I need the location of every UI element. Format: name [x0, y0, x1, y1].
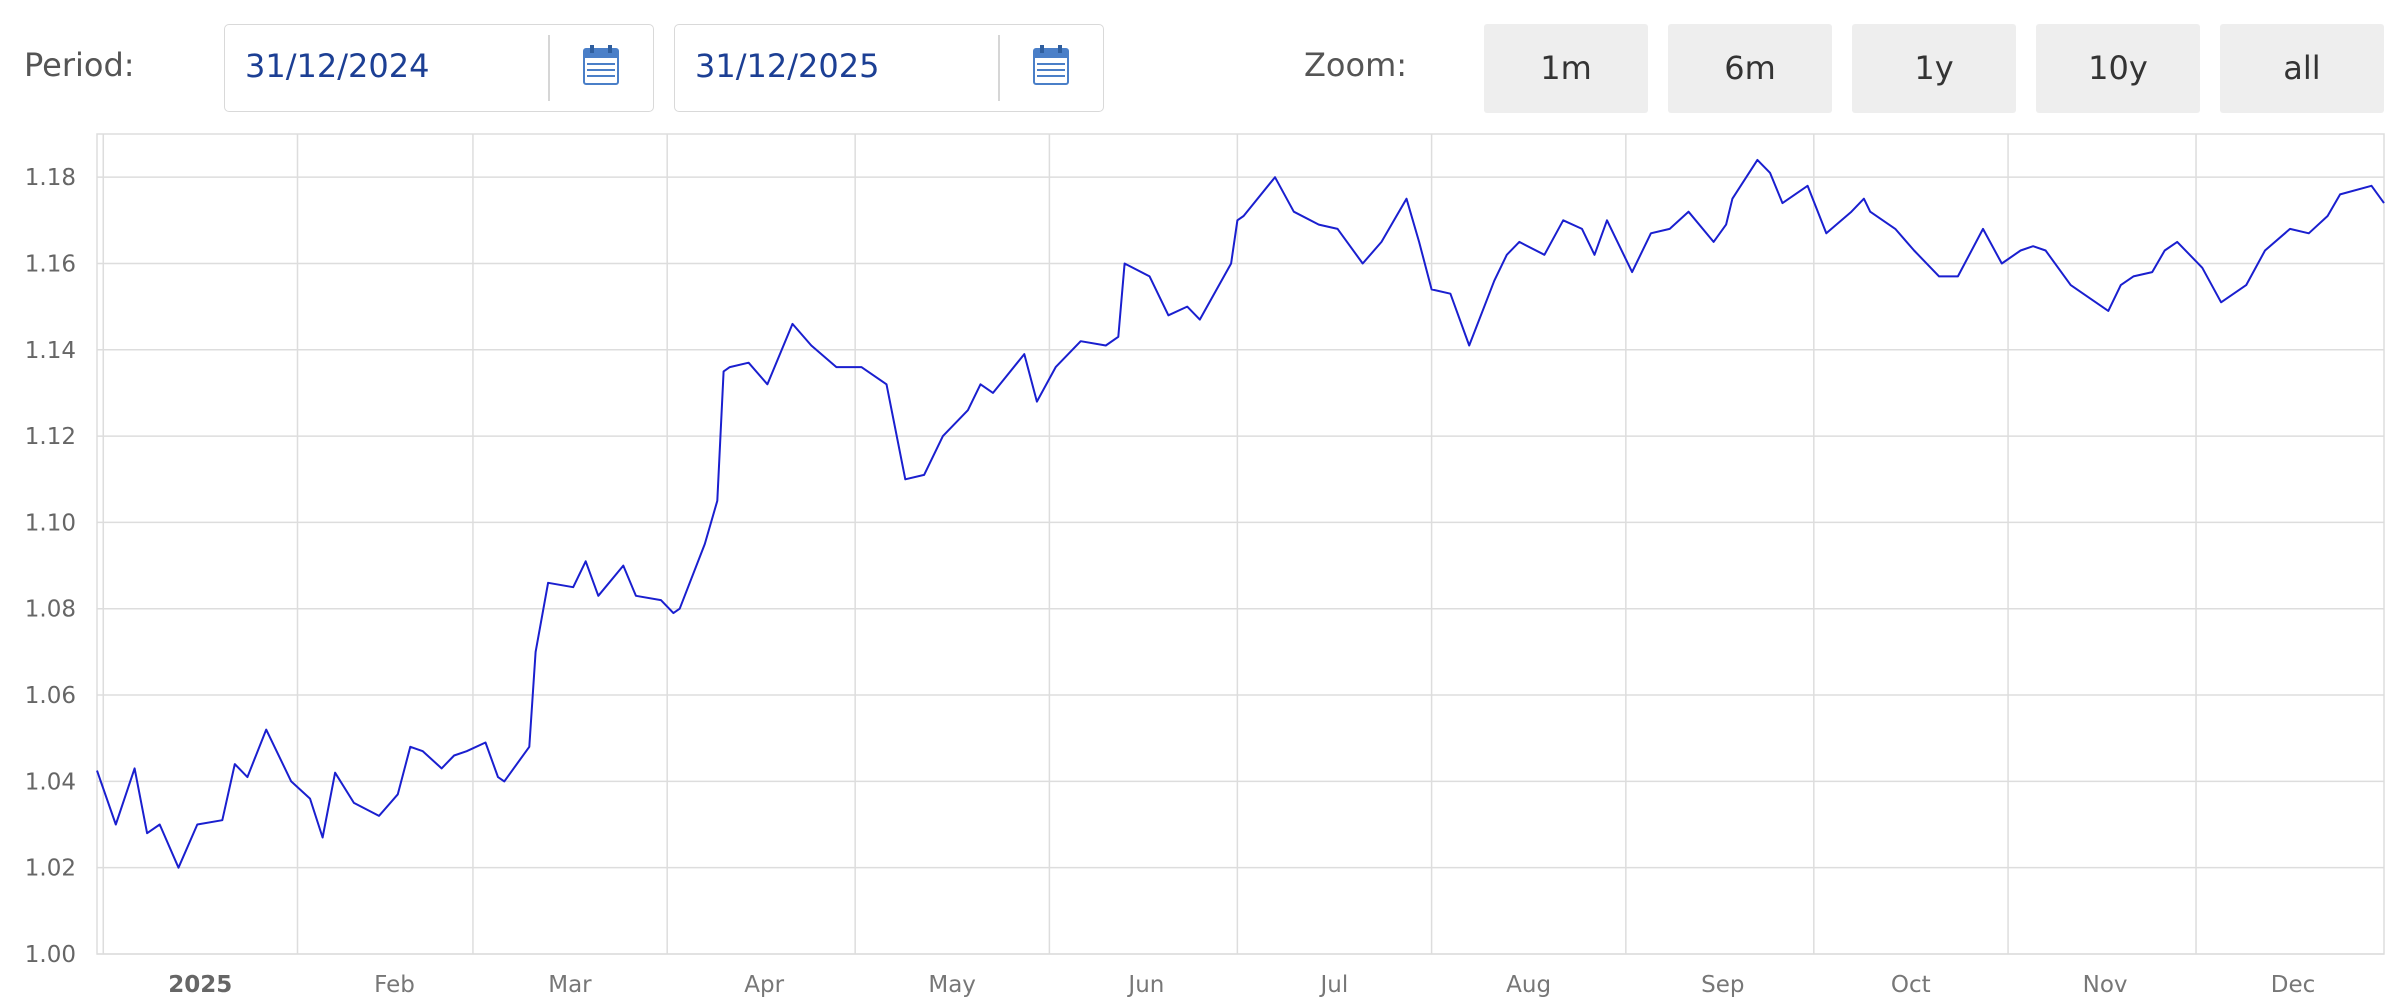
date-to-value[interactable]: 31/12/2025: [695, 47, 879, 85]
period-label: Period:: [24, 46, 135, 84]
zoom-1y-button[interactable]: 1y: [1852, 24, 2016, 113]
y-tick-label: 1.02: [25, 856, 76, 882]
x-tick-label: Dec: [2271, 972, 2316, 998]
field-divider: [548, 35, 550, 101]
chart-toolbar: Period: 31/12/2024 31/12/2025 Zoom: 1m 6…: [0, 0, 2404, 130]
zoom-label: Zoom:: [1304, 46, 1408, 84]
y-tick-label: 1.10: [25, 510, 76, 536]
x-tick-label: 2025: [168, 972, 232, 998]
plot-area: [96, 133, 2385, 955]
y-tick-label: 1.16: [25, 251, 76, 277]
zoom-1m-button[interactable]: 1m: [1484, 24, 1648, 113]
series-line: [96, 158, 2385, 869]
x-tick-label: Nov: [2083, 972, 2128, 998]
y-tick-label: 1.00: [25, 942, 76, 968]
calendar-icon[interactable]: [1033, 45, 1069, 85]
line-chart: 1.00 1.02 1.04 1.06 1.08 1.10 1.12 1.14 1.16 1.18…: [25, 133, 2385, 998]
date-from-value[interactable]: 31/12/2024: [245, 47, 429, 85]
y-tick-label: 1.06: [25, 683, 76, 709]
x-tick-label: Oct: [1891, 972, 1931, 998]
y-tick-label: 1.12: [25, 424, 76, 450]
zoom-10y-button[interactable]: 10y: [2036, 24, 2200, 113]
calendar-icon[interactable]: [583, 45, 619, 85]
y-tick-label: 1.18: [25, 165, 76, 191]
x-tick-label: Aug: [1506, 972, 1551, 998]
x-tick-label: Jul: [1318, 972, 1348, 998]
field-divider: [998, 35, 1000, 101]
x-tick-label: Mar: [548, 972, 592, 998]
date-to-field[interactable]: 31/12/2025: [674, 24, 1104, 112]
x-tick-label: Sep: [1701, 972, 1744, 998]
x-tick-label: Feb: [374, 972, 415, 998]
date-from-field[interactable]: 31/12/2024: [224, 24, 654, 112]
x-tick-label: Jun: [1126, 972, 1164, 998]
y-tick-label: 1.04: [25, 769, 76, 795]
zoom-6m-button[interactable]: 6m: [1668, 24, 1832, 113]
x-tick-label: Apr: [744, 972, 784, 998]
y-tick-label: 1.08: [25, 597, 76, 623]
x-tick-label: May: [928, 972, 976, 998]
y-tick-label: 1.14: [25, 338, 76, 364]
zoom-all-button[interactable]: all: [2220, 24, 2384, 113]
